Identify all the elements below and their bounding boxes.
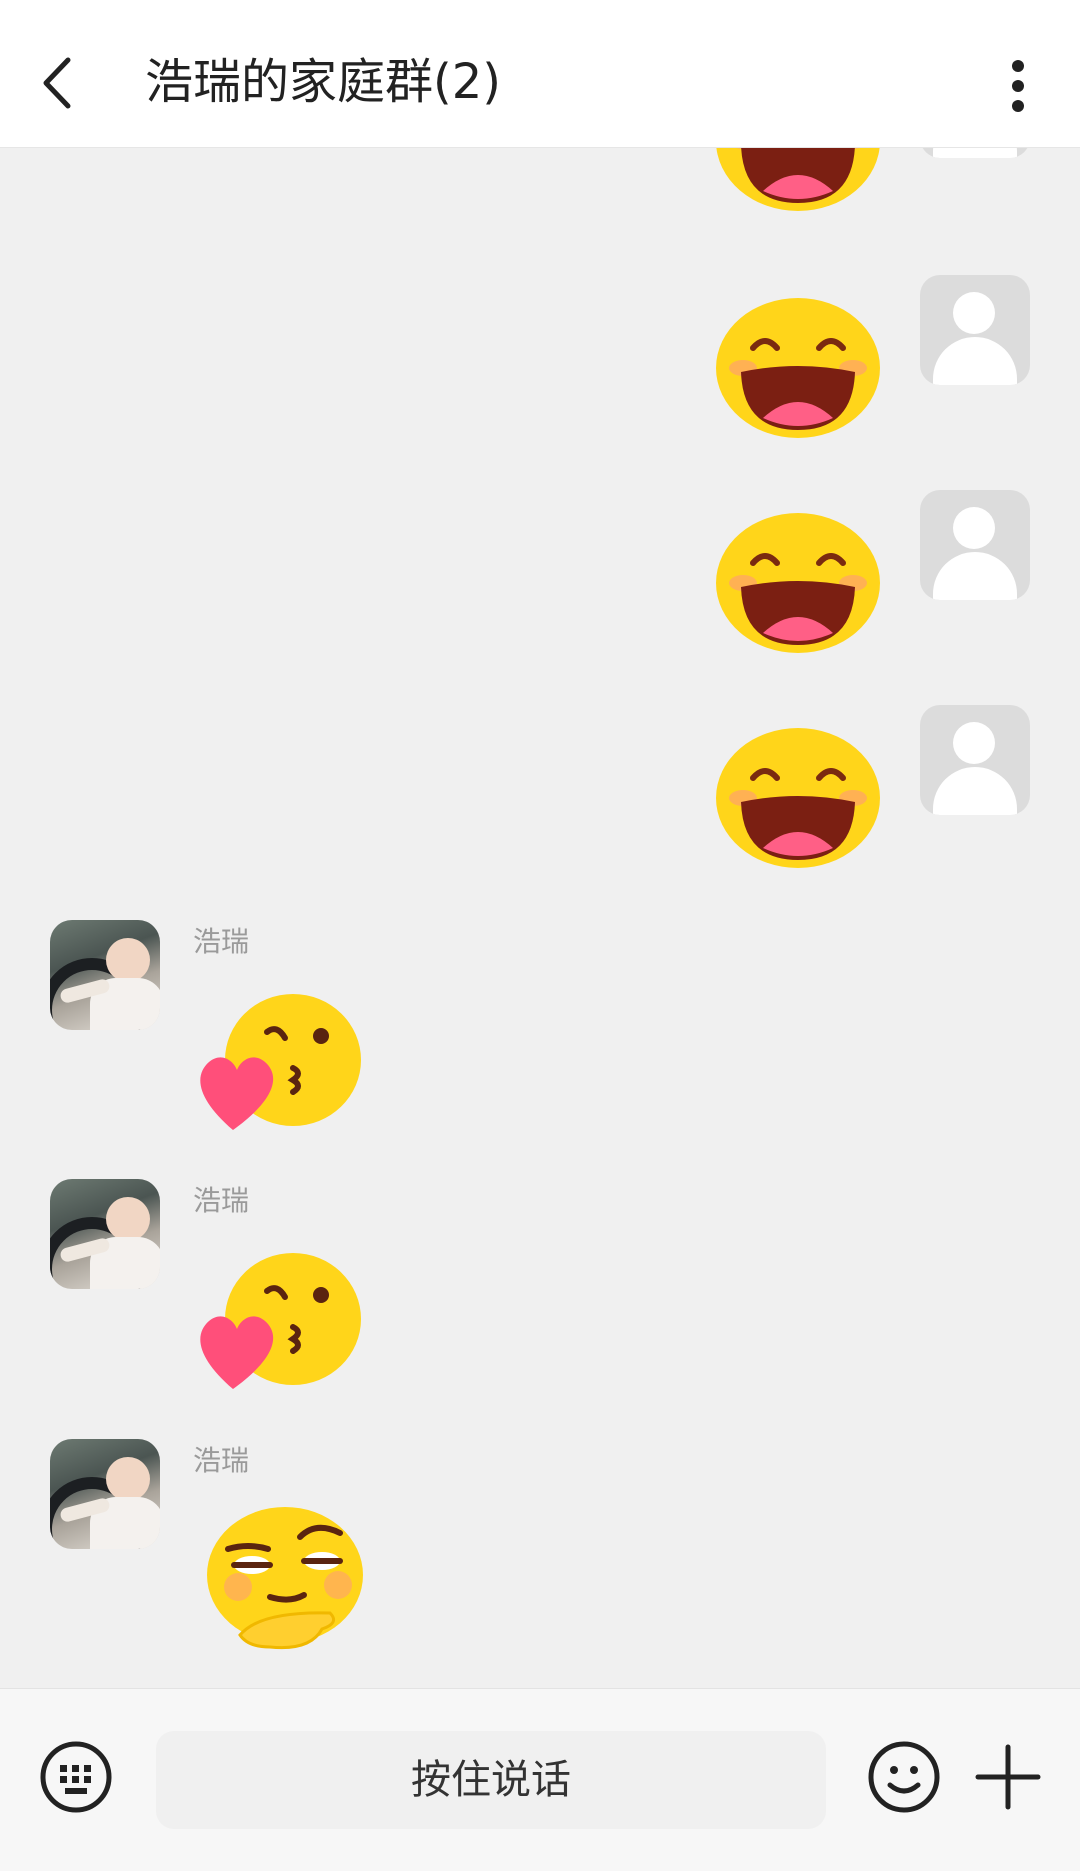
avatar[interactable] xyxy=(920,148,1030,158)
hold-to-talk-button[interactable]: 按住说话 xyxy=(156,1731,826,1829)
laughing-emoji[interactable] xyxy=(713,148,883,213)
avatar[interactable] xyxy=(920,275,1030,385)
kiss-heart-emoji[interactable] xyxy=(193,1247,363,1397)
laughing-emoji[interactable] xyxy=(713,505,883,655)
status-bar xyxy=(0,0,1080,20)
message-list[interactable]: 浩瑞 浩瑞 浩瑞 xyxy=(0,148,1080,1688)
smirk-thinking-emoji[interactable] xyxy=(200,1505,370,1655)
avatar[interactable] xyxy=(50,1179,160,1289)
emoji-button[interactable] xyxy=(868,1741,940,1813)
avatar[interactable] xyxy=(50,1439,160,1549)
plus-icon xyxy=(975,1744,1041,1810)
more-actions-button[interactable] xyxy=(970,1739,1046,1815)
laughing-emoji[interactable] xyxy=(713,720,883,870)
default-person-icon xyxy=(953,292,995,334)
kiss-heart-emoji[interactable] xyxy=(193,988,363,1138)
sender-name: 浩瑞 xyxy=(193,1444,250,1477)
smile-icon xyxy=(868,1741,940,1813)
laughing-emoji[interactable] xyxy=(713,290,883,440)
input-bar: 按住说话 xyxy=(0,1688,1080,1871)
keyboard-icon xyxy=(40,1741,112,1813)
more-options-button[interactable] xyxy=(990,56,1046,116)
default-person-icon xyxy=(953,722,995,764)
avatar[interactable] xyxy=(50,920,160,1030)
back-chevron-icon xyxy=(43,57,71,109)
keyboard-toggle-button[interactable] xyxy=(40,1741,112,1813)
default-person-icon xyxy=(953,507,995,549)
back-button[interactable] xyxy=(30,48,90,118)
avatar[interactable] xyxy=(920,705,1030,815)
chat-header: 浩瑞的家庭群(2) xyxy=(0,20,1080,148)
avatar[interactable] xyxy=(920,490,1030,600)
sender-name: 浩瑞 xyxy=(193,1184,250,1217)
chat-title: 浩瑞的家庭群(2) xyxy=(145,54,501,110)
sender-name: 浩瑞 xyxy=(193,925,250,958)
